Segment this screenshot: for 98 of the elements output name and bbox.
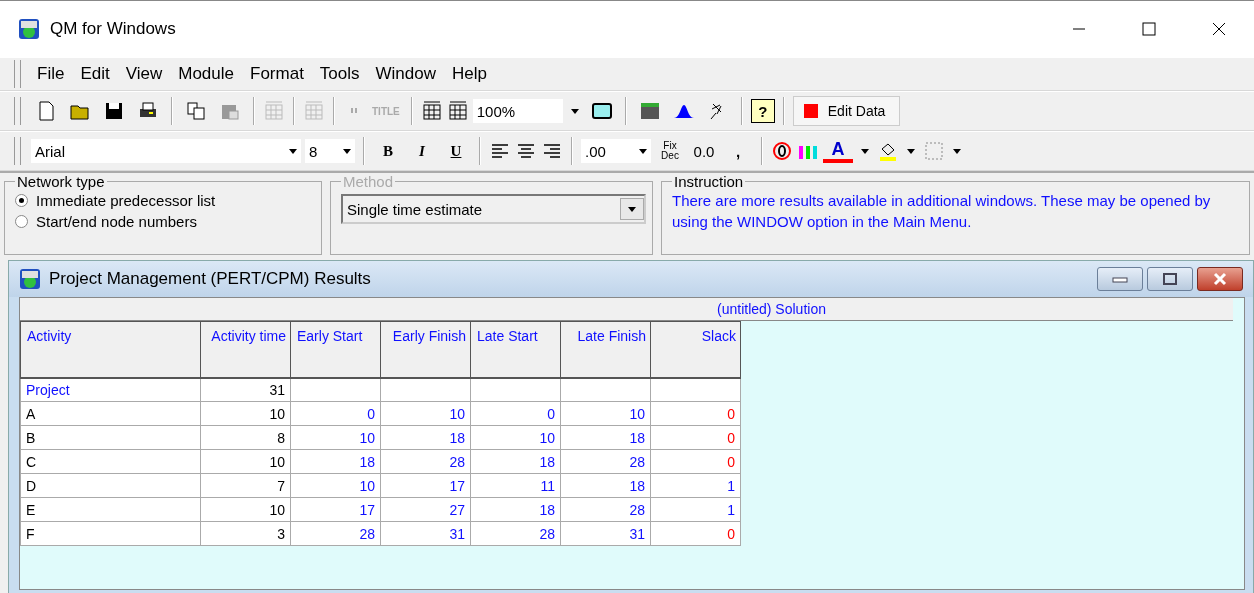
- fix-decimals-button[interactable]: Fix Dec: [655, 138, 685, 164]
- table-cell: 0: [470, 401, 561, 426]
- maximize-button[interactable]: [1147, 267, 1193, 291]
- toolbar-grip[interactable]: [14, 137, 21, 165]
- column-header: Slack: [650, 321, 741, 378]
- table-cell: 17: [290, 497, 381, 522]
- close-icon: [1212, 272, 1228, 286]
- font-color-button[interactable]: A: [823, 139, 853, 163]
- toolbar-grip[interactable]: [14, 60, 21, 88]
- radio-label[interactable]: Immediate predecessor list: [36, 190, 216, 211]
- italic-button[interactable]: I: [407, 138, 437, 164]
- table-cell: 28: [560, 449, 651, 474]
- column-header: Activity: [20, 321, 201, 378]
- table-cell: 28: [470, 521, 561, 546]
- bold-button[interactable]: B: [373, 138, 403, 164]
- window-title: QM for Windows: [50, 19, 177, 39]
- menu-item[interactable]: Module: [172, 62, 240, 86]
- toolbar-grip[interactable]: [14, 97, 21, 125]
- table-cell: 28: [380, 449, 471, 474]
- menu-item[interactable]: Tools: [313, 62, 366, 86]
- copy-icon[interactable]: [185, 100, 207, 122]
- help-button[interactable]: ?: [750, 99, 775, 123]
- table-cell: 31: [200, 377, 291, 402]
- table-cell: 0: [650, 425, 741, 450]
- edit-data-button[interactable]: Edit Data: [792, 96, 901, 126]
- table-cell: 10: [380, 401, 471, 426]
- save-icon[interactable]: [103, 100, 125, 122]
- group-label: Method: [342, 173, 395, 190]
- square-icon: [803, 104, 818, 118]
- column-header: Early Finish: [380, 321, 471, 378]
- table-cell: 17: [380, 473, 471, 498]
- menu-item[interactable]: Help: [446, 62, 493, 86]
- table-cell: B: [20, 425, 201, 450]
- table-cell: C: [20, 449, 201, 474]
- table-cell: 18: [560, 473, 651, 498]
- table-cell: 10: [560, 401, 651, 426]
- table-cell: 18: [560, 425, 651, 450]
- table-cell: 10: [290, 473, 381, 498]
- table-cell: 10: [290, 425, 381, 450]
- app-icon: [18, 18, 40, 40]
- table-cell: Project: [20, 377, 201, 402]
- menu-item[interactable]: Window: [369, 62, 442, 86]
- table-cell: 31: [560, 521, 651, 546]
- table-cell: 31: [380, 521, 471, 546]
- group-label: Network type: [16, 173, 106, 190]
- table-cell: 18: [470, 449, 561, 474]
- table-cell: 10: [470, 425, 561, 450]
- radio-button[interactable]: [15, 215, 28, 228]
- table-cell: F: [20, 521, 201, 546]
- table-cell: E: [20, 497, 201, 522]
- instruction-text: There are more results available in additional windows. These may be opened by using the WINDOW option in the Main Menu.: [672, 191, 1212, 232]
- results-window-title: Project Management (PERT/CPM) Results: [49, 269, 372, 289]
- column-header: Activity time: [200, 321, 291, 378]
- menu-item[interactable]: File: [31, 62, 71, 86]
- table-cell: 18: [290, 449, 381, 474]
- table-cell: 10: [200, 497, 291, 522]
- column-header: Late Finish: [560, 321, 651, 378]
- table-cell: D: [20, 473, 201, 498]
- minimize-icon: [1112, 274, 1128, 284]
- table-cell: 8: [200, 425, 291, 450]
- menu-item[interactable]: View: [119, 62, 169, 86]
- table-cell: 10: [200, 401, 291, 426]
- maximize-icon: [1163, 273, 1177, 285]
- menu-item[interactable]: Format: [244, 62, 310, 86]
- table-cell: A: [20, 401, 201, 426]
- table-cell: 1: [650, 497, 741, 522]
- minimize-button[interactable]: [1097, 267, 1143, 291]
- table-cell: 7: [200, 473, 291, 498]
- table-cell: 1: [650, 473, 741, 498]
- table-cell: 0: [650, 401, 741, 426]
- table-cell: 28: [290, 521, 381, 546]
- narrow-columns-icon[interactable]: [446, 100, 469, 122]
- table-cell: 11: [470, 473, 561, 498]
- solution-caption: (untitled) Solution: [20, 298, 1233, 321]
- zero-icon[interactable]: [771, 140, 793, 162]
- radio-label[interactable]: Start/end node numbers: [36, 211, 197, 232]
- app-icon: [19, 268, 41, 290]
- table-cell: 0: [290, 401, 381, 426]
- close-button[interactable]: [1197, 267, 1243, 291]
- table-cell: 28: [560, 497, 651, 522]
- table-cell: 0: [650, 449, 741, 474]
- table-cell: 18: [470, 497, 561, 522]
- table-cell: 27: [380, 497, 471, 522]
- column-header: Early Start: [290, 321, 381, 378]
- table-cell: 18: [380, 425, 471, 450]
- underline-button[interactable]: U: [441, 138, 471, 164]
- table-cell: 10: [200, 449, 291, 474]
- radio-button[interactable]: [15, 194, 28, 207]
- table-cell: 0: [650, 521, 741, 546]
- one-decimal-button[interactable]: 0.0: [689, 138, 719, 164]
- menu-item[interactable]: Edit: [74, 62, 116, 86]
- window-icon[interactable]: [590, 100, 613, 122]
- widen-columns-icon[interactable]: [420, 100, 443, 122]
- calculator-icon[interactable]: [638, 100, 661, 122]
- column-header: Late Start: [470, 321, 561, 378]
- group-label: Instruction: [673, 173, 745, 190]
- comma-button[interactable]: ,: [723, 138, 753, 164]
- table-cell: 3: [200, 521, 291, 546]
